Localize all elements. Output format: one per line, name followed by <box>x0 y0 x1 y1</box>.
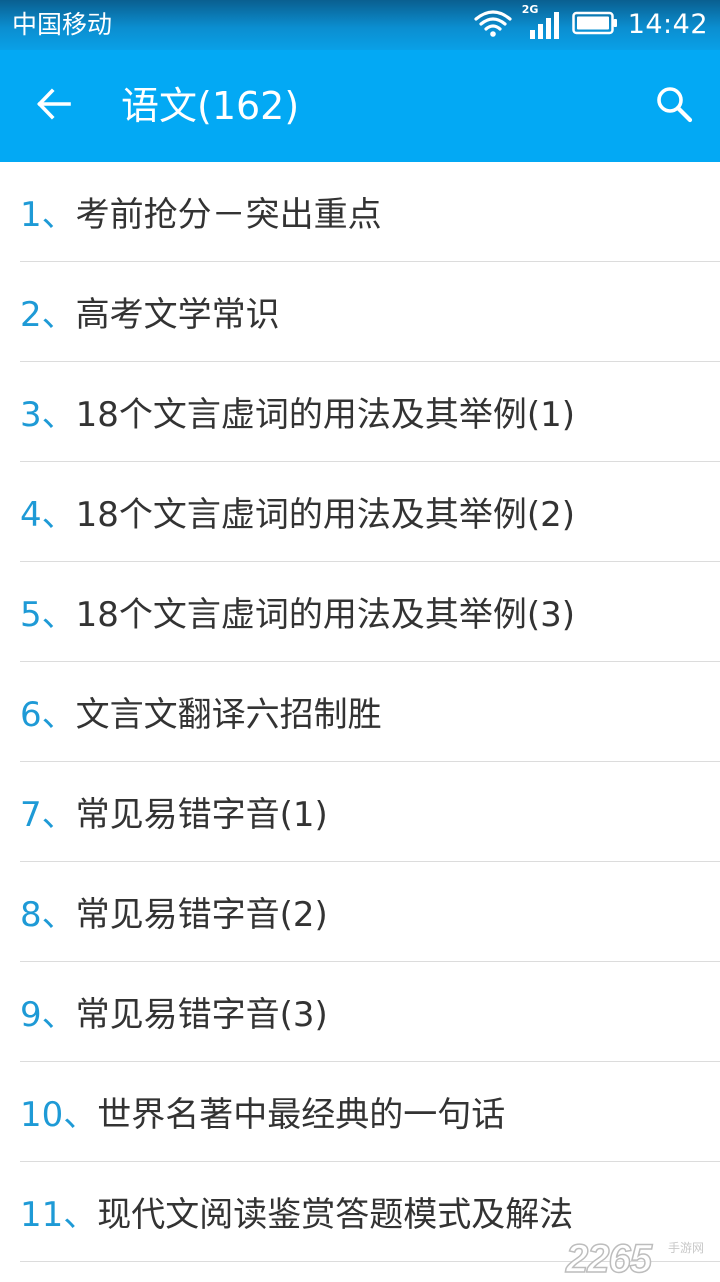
list-item-title: 常见易错字音(2) <box>76 887 328 936</box>
list-item-index: 1、 <box>20 187 76 236</box>
wifi-icon <box>474 8 512 42</box>
list-item[interactable]: 8、 常见易错字音(2) <box>20 862 720 962</box>
list-item-title: 常见易错字音(3) <box>76 987 328 1036</box>
search-icon <box>655 85 693 127</box>
list-item-title: 文言文翻译六招制胜 <box>76 687 382 736</box>
list-item-title: 考前抢分－突出重点 <box>76 187 382 236</box>
list-item-title: 常见易错字音(1) <box>76 787 328 836</box>
list-item[interactable]: 7、 常见易错字音(1) <box>20 762 720 862</box>
list-item-index: 5、 <box>20 587 76 636</box>
list-item-index: 8、 <box>20 887 76 936</box>
app-bar: 语文(162) <box>0 50 720 162</box>
back-arrow-icon <box>36 86 72 126</box>
watermark-logo: 2265 手游网 <box>564 1234 712 1278</box>
list-item-title: 现代文阅读鉴赏答题模式及解法 <box>97 1187 573 1236</box>
list-item-index: 9、 <box>20 987 76 1036</box>
list-item-title: 18个文言虚词的用法及其举例(2) <box>76 487 575 536</box>
svg-text:手游网: 手游网 <box>668 1241 704 1255</box>
list-item[interactable]: 3、 18个文言虚词的用法及其举例(1) <box>20 362 720 462</box>
svg-text:2265: 2265 <box>565 1237 653 1278</box>
list-item-title: 世界名著中最经典的一句话 <box>97 1087 505 1136</box>
list-item-index: 2、 <box>20 287 76 336</box>
list-item-index: 6、 <box>20 687 76 736</box>
list-item-index: 4、 <box>20 487 76 536</box>
list-item[interactable]: 2、 高考文学常识 <box>20 262 720 362</box>
list-item-index: 7、 <box>20 787 76 836</box>
status-bar: 中国移动 2G 14:42 <box>0 0 720 50</box>
back-button[interactable] <box>22 74 86 138</box>
list-item[interactable]: 6、 文言文翻译六招制胜 <box>20 662 720 762</box>
search-button[interactable] <box>642 74 706 138</box>
list-item-title: 高考文学常识 <box>76 287 280 336</box>
list-item-title: 18个文言虚词的用法及其举例(1) <box>76 387 575 436</box>
carrier-name: 中国移动 <box>12 10 112 40</box>
list-item-title: 18个文言虚词的用法及其举例(3) <box>76 587 575 636</box>
list-item-index: 10、 <box>20 1087 97 1136</box>
list-item[interactable]: 5、 18个文言虚词的用法及其举例(3) <box>20 562 720 662</box>
signal-icon: 2G <box>522 8 562 42</box>
battery-icon <box>572 11 618 39</box>
article-list: 1、 考前抢分－突出重点 2、 高考文学常识 3、 18个文言虚词的用法及其举例… <box>0 162 720 1262</box>
list-item[interactable]: 4、 18个文言虚词的用法及其举例(2) <box>20 462 720 562</box>
list-item[interactable]: 1、 考前抢分－突出重点 <box>20 162 720 262</box>
list-item[interactable]: 10、 世界名著中最经典的一句话 <box>20 1062 720 1162</box>
status-icons: 2G 14:42 <box>464 8 708 42</box>
page-title: 语文(162) <box>121 80 299 132</box>
list-item-index: 3、 <box>20 387 76 436</box>
list-item[interactable]: 9、 常见易错字音(3) <box>20 962 720 1062</box>
status-time: 14:42 <box>628 8 708 42</box>
list-item-index: 11、 <box>20 1187 97 1236</box>
